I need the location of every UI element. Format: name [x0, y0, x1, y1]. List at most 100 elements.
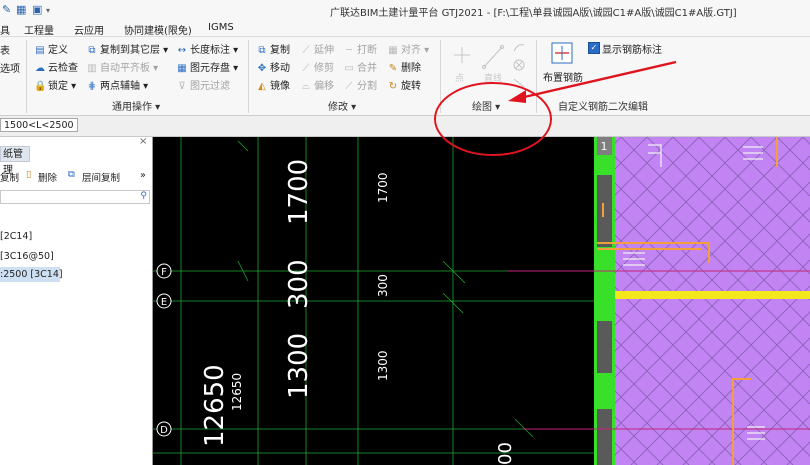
dim-label: 300 [284, 259, 314, 309]
dim-label-small: 00 [495, 442, 516, 465]
break-icon: ╌ [345, 45, 353, 56]
save-element-icon: ▦ [177, 63, 187, 74]
drawing-canvas[interactable]: 1700 300 1300 12650 1700 300 1300 12650 … [153, 137, 810, 465]
define-button[interactable]: ▤ 定义 [34, 41, 68, 56]
group-label-draw[interactable]: 绘图 ▾ [472, 98, 500, 113]
move-icon: ✥ [257, 63, 267, 74]
copy-button[interactable]: ⧉ 复制 [256, 41, 290, 56]
show-rebar-label-text: 显示钢筋标注 [602, 45, 662, 56]
quick-access-save-icon[interactable]: ▣ [32, 3, 42, 16]
rotate-icon: ↻ [388, 81, 398, 92]
dim-label-small: 1700 [376, 172, 390, 203]
mirror-button[interactable]: ◭ 镜像 [256, 77, 290, 92]
ribbon-left-table[interactable]: 表 [0, 42, 10, 57]
list-item[interactable]: [2C14] [0, 229, 32, 244]
panel-floor-copy-button[interactable]: 层间复制 [82, 170, 120, 184]
dim-label: 1300 [284, 333, 314, 399]
trim-button[interactable]: ⟋ 修剪 [300, 59, 335, 74]
offset-button[interactable]: ⌓ 偏移 [300, 77, 334, 92]
copy-icon: ⧉ [258, 45, 266, 56]
flush-slab-icon: ▥ [87, 63, 97, 74]
cad-drawing[interactable]: 1700 300 1300 12650 1700 300 1300 12650 … [153, 137, 810, 465]
auto-flush-slab-button[interactable]: ▥ 自动平齐板 ▾ [86, 59, 158, 74]
two-point-axis-button[interactable]: ⋕ 两点辅轴 ▾ [86, 77, 148, 92]
menu-item-igms[interactable]: IGMS [208, 22, 234, 33]
extend-button[interactable]: ⟋ 延伸 [300, 41, 335, 56]
define-icon: ▤ [35, 45, 45, 56]
dim-label: 12650 [200, 364, 230, 447]
panel-search-input[interactable]: ⚲ [0, 190, 150, 204]
align-button[interactable]: ▦ 对齐 ▾ [387, 41, 429, 56]
rotate-button[interactable]: ↻ 旋转 [387, 77, 421, 92]
panel-toolbar: 复制 ▯ 删除 ⧉ 层间复制 » [0, 168, 152, 185]
ribbon-left-options[interactable]: 选项 [0, 60, 20, 75]
copy-to-other-floor-button[interactable]: ⧉ 复制到其它层 ▾ [86, 41, 168, 56]
merge-button[interactable]: ▭ 合并 [343, 59, 377, 74]
split-icon: ⟋ [345, 81, 353, 92]
window-title: 广联达BIM土建计量平台 GTJ2021 - [F:\工程\单县诚园A版\诚园C… [330, 8, 737, 19]
column-marker: 1 [601, 140, 608, 153]
axis-label-d: D [160, 425, 168, 436]
quick-access-grid-icon[interactable]: ▦ [16, 3, 26, 16]
copy-floor-icon: ⧉ [88, 45, 96, 56]
delete-icon: ✎ [388, 63, 398, 74]
list-item[interactable]: [3C16@50] [0, 249, 54, 264]
quick-access-edit-icon[interactable]: ✎ [2, 3, 11, 16]
split-button[interactable]: ⟋ 分割 [343, 77, 378, 92]
dimension-icon: ↔ [177, 45, 187, 56]
place-rebar-button[interactable]: 布置钢筋 [543, 69, 583, 84]
menu-bar: 具 工程量 云应用 协同建模(限免) IGMS [0, 20, 810, 37]
merge-icon: ▭ [344, 63, 354, 74]
group-label-custom: 自定义钢筋二次编辑 [558, 102, 648, 113]
tab-drawing-management[interactable]: 纸管理 [0, 146, 30, 176]
dim-label-small: 1300 [376, 350, 390, 381]
panel-close-icon[interactable]: × [139, 136, 147, 147]
menu-item-cloud[interactable]: 云应用 [74, 22, 104, 37]
move-button[interactable]: ✥ 移动 [256, 59, 290, 74]
left-panel: × 纸管理 复制 ▯ 删除 ⧉ 层间复制 » ⚲ [2C14] [3C16@50… [0, 136, 153, 465]
cloud-check-button[interactable]: ☁ 云检查 [34, 59, 78, 74]
menu-item-quantities[interactable]: 工程量 [24, 22, 54, 37]
lock-button[interactable]: 🔒 锁定 ▾ [34, 77, 76, 92]
quick-access-dropdown-icon[interactable]: ▾ [46, 6, 50, 15]
draw-point-label[interactable]: 点 [455, 71, 464, 84]
sub-toolbar: 1500<L<2500 ▾ [0, 116, 810, 145]
rebar-yellow[interactable] [615, 291, 810, 299]
break-button[interactable]: ╌ 打断 [343, 41, 377, 56]
align-icon: ▦ [388, 45, 398, 56]
cloud-check-icon: ☁ [35, 63, 45, 74]
axis-icon: ⋕ [87, 81, 97, 92]
lock-icon: 🔒 [34, 81, 47, 92]
menu-item-collab[interactable]: 协同建模(限免) [124, 22, 192, 37]
rebar-range-select[interactable]: 1500<L<2500 ▾ [0, 118, 78, 145]
panel-floor-copy-icon: ⧉ [68, 169, 75, 180]
list-item-selected[interactable]: :2500 [3C14] [0, 267, 63, 282]
menu-item-tools[interactable]: 具 [0, 22, 10, 37]
show-rebar-label-checkbox[interactable]: ✓ [588, 42, 600, 54]
ribbon: 表 选项 ▤ 定义 ☁ 云检查 🔒 锁定 ▾ ⧉ 复制到其它层 ▾ ▥ 自动平齐板 ▾ ⋕… [0, 37, 810, 116]
group-label-common[interactable]: 通用操作 ▾ [112, 98, 160, 113]
axis-label-f: F [161, 267, 167, 278]
element-filter-button[interactable]: ⊽ 图元过滤 [176, 77, 230, 92]
search-icon: ⚲ [140, 191, 147, 201]
trim-icon: ⟋ [302, 63, 310, 74]
axis-label-e: E [161, 297, 167, 308]
panel-more-button[interactable]: » [140, 170, 146, 181]
element-save-button[interactable]: ▦ 图元存盘 ▾ [176, 59, 238, 74]
panel-delete-icon: ▯ [26, 169, 32, 180]
dim-label: 1700 [284, 159, 314, 225]
place-rebar-icon [551, 42, 573, 64]
title-bar: ✎ ▦ ▣ ▾ 广联达BIM土建计量平台 GTJ2021 - [F:\工程\单县… [0, 0, 810, 20]
filter-icon: ⊽ [178, 81, 186, 92]
mirror-icon: ◭ [258, 81, 266, 92]
delete-button[interactable]: ✎ 删除 [387, 59, 421, 74]
offset-icon: ⌓ [302, 81, 310, 92]
draw-line-label[interactable]: 直线 [484, 71, 502, 84]
group-label-modify[interactable]: 修改 ▾ [328, 98, 356, 113]
dim-label-small: 300 [376, 274, 390, 297]
panel-delete-button[interactable]: 删除 [38, 170, 57, 184]
dim-label-small: 12650 [230, 373, 244, 411]
extend-icon: ⟋ [302, 45, 310, 56]
length-dimension-button[interactable]: ↔ 长度标注 ▾ [176, 41, 238, 56]
panel-copy-button[interactable]: 复制 [0, 170, 19, 184]
